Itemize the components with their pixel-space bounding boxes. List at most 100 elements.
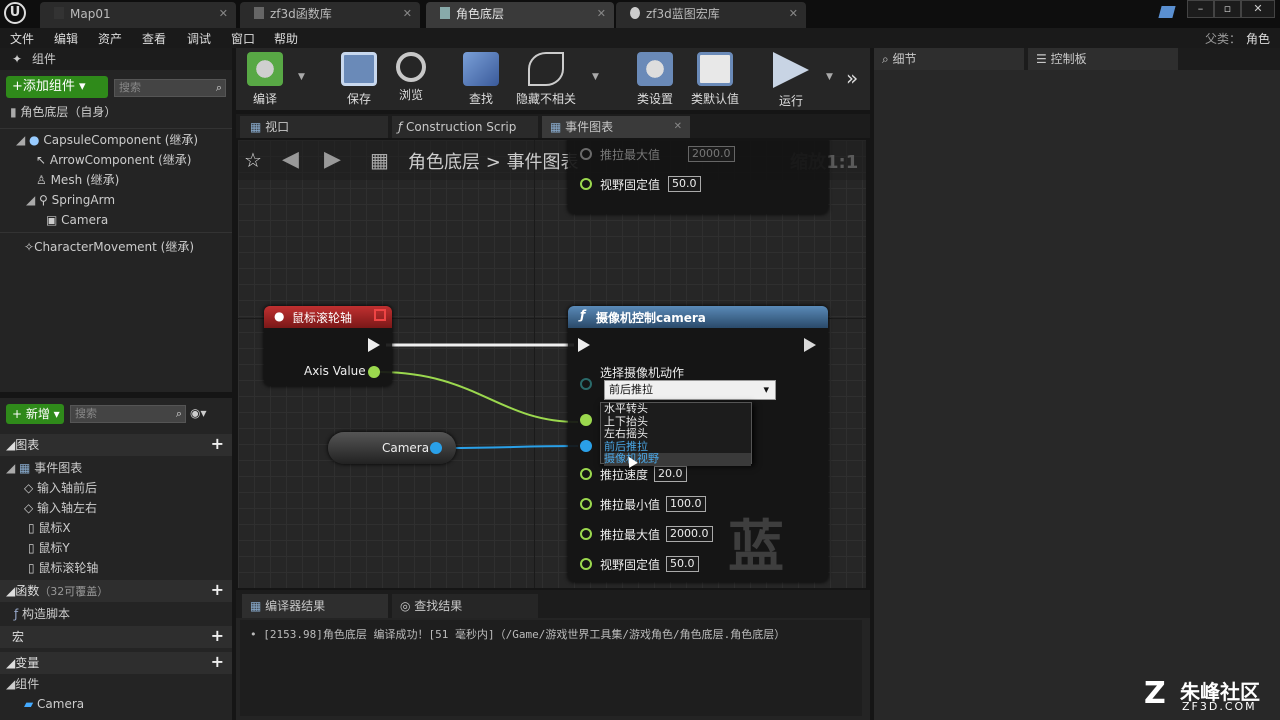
construction-script-item[interactable]: ƒ 构造脚本 xyxy=(14,604,70,624)
tree-item-camera[interactable]: ▣ Camera xyxy=(46,210,108,230)
more-chevron-icon[interactable]: » xyxy=(846,66,858,90)
menu-view[interactable]: 查看 xyxy=(142,30,166,47)
option-item[interactable]: 左右摇头 xyxy=(604,427,751,441)
tree-item-arrow[interactable]: ↖ ArrowComponent (继承) xyxy=(36,150,191,170)
add-function-plus-icon[interactable]: + xyxy=(211,580,224,600)
axis-value-pin[interactable] xyxy=(368,366,380,378)
browse-button[interactable]: 浏览 xyxy=(382,52,440,108)
tab-construction-script[interactable]: ƒ Construction Scrip xyxy=(392,116,538,138)
float-pin[interactable] xyxy=(580,558,592,570)
event-item[interactable]: ▯ 鼠标滚轮轴 xyxy=(28,558,98,578)
menu-debug[interactable]: 调试 xyxy=(187,30,211,47)
class-defaults-button[interactable]: 类默认值 xyxy=(686,52,744,108)
float-pin[interactable] xyxy=(580,498,592,510)
button-label: 保存 xyxy=(346,92,371,106)
float-pin[interactable] xyxy=(580,414,592,426)
tree-item-capsule[interactable]: ◢ ● CapsuleComponent (继承) xyxy=(16,130,198,150)
dropdown-arrow-icon[interactable]: ▼ xyxy=(592,72,599,82)
float-pin[interactable] xyxy=(580,468,592,480)
camera-in-pin[interactable] xyxy=(580,440,592,452)
variable-camera[interactable]: ▰ Camera xyxy=(24,694,84,714)
close-icon[interactable]: ✕ xyxy=(219,2,228,26)
event-graph-canvas[interactable]: ☆ ◀ ▶ ▦ 角色底层 > 事件图表 缩放1:1 推拉最大值 2000.0 视… xyxy=(238,140,866,588)
close-icon[interactable]: ✕ xyxy=(403,2,412,26)
tab-macro-library[interactable]: zf3d蓝图宏库 ✕ xyxy=(616,2,806,28)
pin-value-field[interactable]: 50.0 xyxy=(666,556,699,572)
option-item[interactable]: 水平转头 xyxy=(604,402,751,416)
parent-class-value[interactable]: 角色 xyxy=(1246,30,1270,47)
exec-out-pin-icon[interactable] xyxy=(804,338,816,352)
tab-palette[interactable]: ☰ 控制板 xyxy=(1028,48,1178,70)
tree-item-movement[interactable]: ✧CharacterMovement (继承) xyxy=(24,237,194,257)
event-item[interactable]: ▯ 鼠标X xyxy=(28,518,71,538)
event-item[interactable]: ◇ 输入轴左右 xyxy=(24,498,97,518)
binoculars-icon xyxy=(463,52,499,86)
component-search-input[interactable]: 搜索 ⌕ xyxy=(114,79,226,97)
save-button[interactable]: 保存 xyxy=(330,52,388,108)
menu-window[interactable]: 窗口 xyxy=(231,30,255,47)
float-pin[interactable] xyxy=(580,528,592,540)
tab-function-library[interactable]: zf3d函数库 ✕ xyxy=(240,2,420,28)
minimize-button[interactable]: – xyxy=(1187,0,1214,18)
feedback-icon[interactable] xyxy=(1158,6,1176,18)
section-graphs[interactable]: ◢图表 + xyxy=(0,434,232,456)
add-variable-plus-icon[interactable]: + xyxy=(211,652,224,672)
close-icon[interactable]: ✕ xyxy=(674,116,682,138)
camera-control-function-node[interactable]: ƒ 摄像机控制camera 选择摄像机动作 前后推拉 ▾ 推拉速度 20.0 推拉… xyxy=(568,306,828,582)
blueprint-icon xyxy=(440,7,450,19)
menu-asset[interactable]: 资产 xyxy=(98,30,122,47)
tab-character-base[interactable]: 角色底层 ✕ xyxy=(426,2,614,28)
tree-item-springarm[interactable]: ◢ ⚲ SpringArm xyxy=(26,190,115,210)
menu-file[interactable]: 文件 xyxy=(10,30,34,47)
hide-unrelated-button[interactable]: 隐藏不相关 xyxy=(510,52,582,108)
close-window-button[interactable]: ✕ xyxy=(1241,0,1275,18)
camera-variable-node[interactable]: Camera xyxy=(328,432,456,464)
pin-value-field[interactable]: 20.0 xyxy=(654,466,687,482)
exec-in-pin-icon[interactable] xyxy=(578,338,590,352)
divider xyxy=(0,232,232,233)
blueprint-search-input[interactable]: 搜索 ⌕ xyxy=(70,405,186,423)
add-macro-plus-icon[interactable]: + xyxy=(211,626,224,646)
dropdown-arrow-icon[interactable]: ▼ xyxy=(826,72,833,82)
add-component-button[interactable]: +添加组件 ▾ xyxy=(6,76,108,98)
magnifier-icon xyxy=(396,52,426,82)
pin-value-field[interactable]: 100.0 xyxy=(666,496,706,512)
class-settings-button[interactable]: 类设置 xyxy=(626,52,684,108)
camera-out-pin[interactable] xyxy=(430,442,442,454)
delegate-pin-icon[interactable] xyxy=(374,309,386,321)
section-functions[interactable]: ◢函数（32可覆盖） + xyxy=(0,580,232,602)
event-item[interactable]: ▯ 鼠标Y xyxy=(28,538,70,558)
variable-group-components[interactable]: ◢组件 xyxy=(6,674,39,694)
maximize-button[interactable]: ▫ xyxy=(1214,0,1241,18)
section-label: 宏 xyxy=(12,630,25,644)
pin-value-field[interactable]: 2000.0 xyxy=(666,526,713,542)
eye-icon[interactable]: ◉▾ xyxy=(190,406,207,420)
event-item[interactable]: ◇ 输入轴前后 xyxy=(24,478,97,498)
menu-help[interactable]: 帮助 xyxy=(274,30,298,47)
tree-root[interactable]: ▮ 角色底层（自身） xyxy=(10,102,116,122)
menu-edit[interactable]: 编辑 xyxy=(54,30,78,47)
tab-event-graph[interactable]: ▦ 事件图表 ✕ xyxy=(542,116,690,138)
play-button[interactable]: 运行 xyxy=(762,52,820,108)
class-defaults-icon xyxy=(697,52,733,86)
section-macros[interactable]: 宏 + xyxy=(0,626,232,648)
add-new-button[interactable]: + 新增 ▾ xyxy=(6,404,64,424)
find-button[interactable]: 查找 xyxy=(452,52,510,108)
compile-button[interactable]: 编译 xyxy=(236,52,294,108)
exec-out-pin-icon[interactable] xyxy=(368,338,380,352)
tab-compiler-results[interactable]: ▦ 编译器结果 xyxy=(242,594,388,618)
tab-find-results[interactable]: ◎ 查找结果 xyxy=(392,594,538,618)
tree-item-mesh[interactable]: ♙ Mesh (继承) xyxy=(36,170,119,190)
mouse-wheel-event-node[interactable]: ● 鼠标滚轮轴 Axis Value xyxy=(264,306,392,386)
event-graph-item[interactable]: ◢ ▦ 事件图表 xyxy=(6,458,82,478)
tab-viewport[interactable]: ▦ 视口 xyxy=(240,116,388,138)
camera-action-dropdown[interactable]: 前后推拉 ▾ xyxy=(604,380,776,400)
tab-details[interactable]: ⌕ 细节 xyxy=(874,48,1024,70)
add-graph-plus-icon[interactable]: + xyxy=(211,434,224,454)
section-variables[interactable]: ◢变量 + xyxy=(0,652,232,674)
enum-pin[interactable] xyxy=(580,378,592,390)
dropdown-arrow-icon[interactable]: ▼ xyxy=(298,72,305,82)
close-icon[interactable]: ✕ xyxy=(597,2,606,26)
tab-map01[interactable]: Map01 ✕ xyxy=(40,2,236,28)
close-icon[interactable]: ✕ xyxy=(789,2,798,26)
